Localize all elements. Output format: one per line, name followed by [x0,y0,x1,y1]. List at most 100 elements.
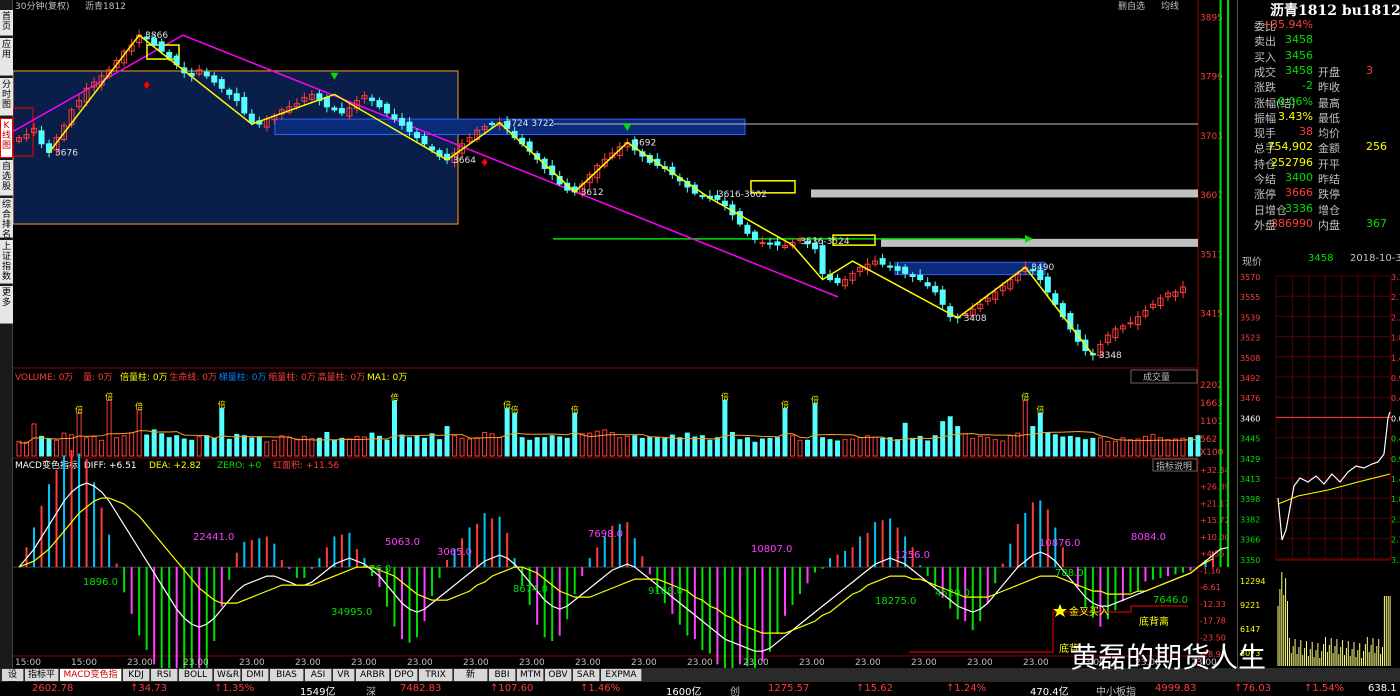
macd-axis-label: +15.72 [1200,516,1230,525]
bottom-tab-17[interactable]: OBV [545,669,572,681]
mini-background [1238,268,1400,668]
index-ticker-item: ↑76.03 [1234,683,1272,694]
mini-axis-label: 3570 [1240,273,1260,282]
left-tab-5[interactable]: 综合排名 [0,198,13,240]
volume-bar [692,436,698,457]
watermark-text: 黄磊的期货人生 [1070,641,1267,674]
main-chart[interactable]: 30分钟(复权) 沥青1812 删自选 均线389537993703360735113… [13,0,1237,668]
candle-body [248,113,255,123]
volume-bar [895,439,901,457]
quote-label-2: 均价 [1318,127,1340,141]
volume-bar [181,438,187,457]
price-annotation: 3348 [1099,351,1122,361]
level-bar-3536 [881,238,1198,247]
candle-body [241,97,248,114]
volume-bar [1060,436,1066,457]
bottom-tab-15[interactable]: BBI [489,669,516,681]
candle-body [226,89,233,95]
quote-value: 38 [1299,125,1313,139]
quote-label-2: 增仓 [1318,203,1340,217]
volume-type-button-label: 成交量 [1143,371,1170,383]
bottom-tab-14[interactable]: 新DMA [454,669,488,692]
volume-bar [399,434,405,457]
candle-body [774,241,781,246]
bottom-tab-0[interactable]: 设置 [2,669,24,692]
macd-area-label: 5063.0 [385,537,420,548]
candle-body [233,93,240,102]
bottom-tab-11[interactable]: ARBR [356,669,390,681]
volume-bar [1030,426,1036,457]
left-tab-4[interactable]: 自选股 [0,160,13,196]
bottom-tab-16[interactable]: MTM [517,669,544,681]
indicator-help-label: 指标说明 [1156,460,1192,472]
candle-body [759,242,766,245]
bottom-tab-7[interactable]: DMI [242,669,269,681]
volume-bar [331,439,337,457]
golden-cross-label: 金叉买入 [1069,605,1109,618]
macd-legend-item: ZERO: +0 [217,461,261,471]
left-tab-3[interactable]: K线图 [0,118,13,158]
volume-bar [316,437,322,457]
bottom-divergence-label: 底背离 [1139,615,1169,628]
candle-body [744,224,751,234]
left-tab-0[interactable]: 首页 [0,10,13,36]
left-tab-1[interactable]: 应用 [0,38,13,76]
macd-area-label: 1256.0 [895,550,930,561]
candle-body [939,289,946,305]
macd-axis-label: +26.89 [1200,482,1230,491]
mini-axis-label: 3382 [1240,515,1260,524]
bottom-tab-9[interactable]: ASI [305,669,332,681]
volume-double-label: 倍 [105,391,113,401]
bottom-tab-13[interactable]: TRIX [419,669,453,681]
bottom-tab-4[interactable]: RSI [151,669,178,681]
volume-legend-item: 倍量柱: 0万 [120,371,168,383]
bottom-tab-18[interactable]: SAR [573,669,600,681]
bottom-tab-6[interactable]: W&R [214,669,241,681]
macd-area-label: 1896.0 [83,577,118,588]
candle-body [751,231,758,240]
volume-bar [684,432,690,457]
left-tab-7[interactable]: 更多 [0,286,13,324]
candle-body [834,277,841,284]
time-axis-label: 23.00 [127,658,153,668]
price-annotation: 3692 [633,139,656,149]
volume-bar [632,435,638,457]
volume-double-label: 倍 [1036,404,1044,414]
quote-value: 3456 [1285,48,1313,62]
left-tab-6[interactable]: 上证指数 [0,240,13,284]
time-axis-label: 23.00 [295,658,321,668]
macd-axis-label: +10.00 [1200,533,1230,542]
mini-axis-label: 3413 [1240,475,1260,484]
bottom-tab-19[interactable]: EXPMA [601,669,642,681]
volume-bar [1037,412,1043,457]
bottom-tab-3[interactable]: KDJ [123,669,150,681]
volume-bar [1045,432,1051,457]
bottom-tab-2[interactable]: MACD变色指标 [60,669,122,692]
bottom-tab-10[interactable]: VR [333,669,355,681]
mini-axis-label: 12294 [1240,577,1265,586]
mini-axis-right-label: 0.4 [1391,394,1400,403]
bottom-tab-5[interactable]: BOLL [179,669,213,681]
bottom-tab-1[interactable]: 指标平台 [25,669,59,692]
mini-axis-right-label: 2.3 [1391,515,1400,524]
left-tab-2[interactable]: 分时图 [0,78,13,116]
quote-value-2: 256 [1366,140,1387,154]
price-annotation: 3866 [145,31,168,41]
volume-bar [256,436,262,457]
macd-axis-label: +32.34 [1200,466,1230,475]
macd-area-label: 7698.0 [588,529,623,540]
bottom-tab-12[interactable]: DPO [391,669,418,681]
price-annotation: 3408 [964,314,987,324]
volume-bar [827,439,833,457]
volume-bar [1052,434,1058,457]
price-annotation: 3676 [55,148,78,158]
time-axis-label: 23.00 [519,658,545,668]
volume-bar [812,403,818,457]
volume-legend-item: 缩量柱: 0万 [268,371,316,383]
bottom-tab-8[interactable]: BIAS [270,669,304,681]
volume-bar [1195,435,1201,457]
candle-body [158,41,165,52]
volume-axis-label: 562 [1200,435,1217,445]
time-axis-label: 23.00 [855,658,881,668]
macd-legend-item: DEA: +2.82 [149,461,201,471]
